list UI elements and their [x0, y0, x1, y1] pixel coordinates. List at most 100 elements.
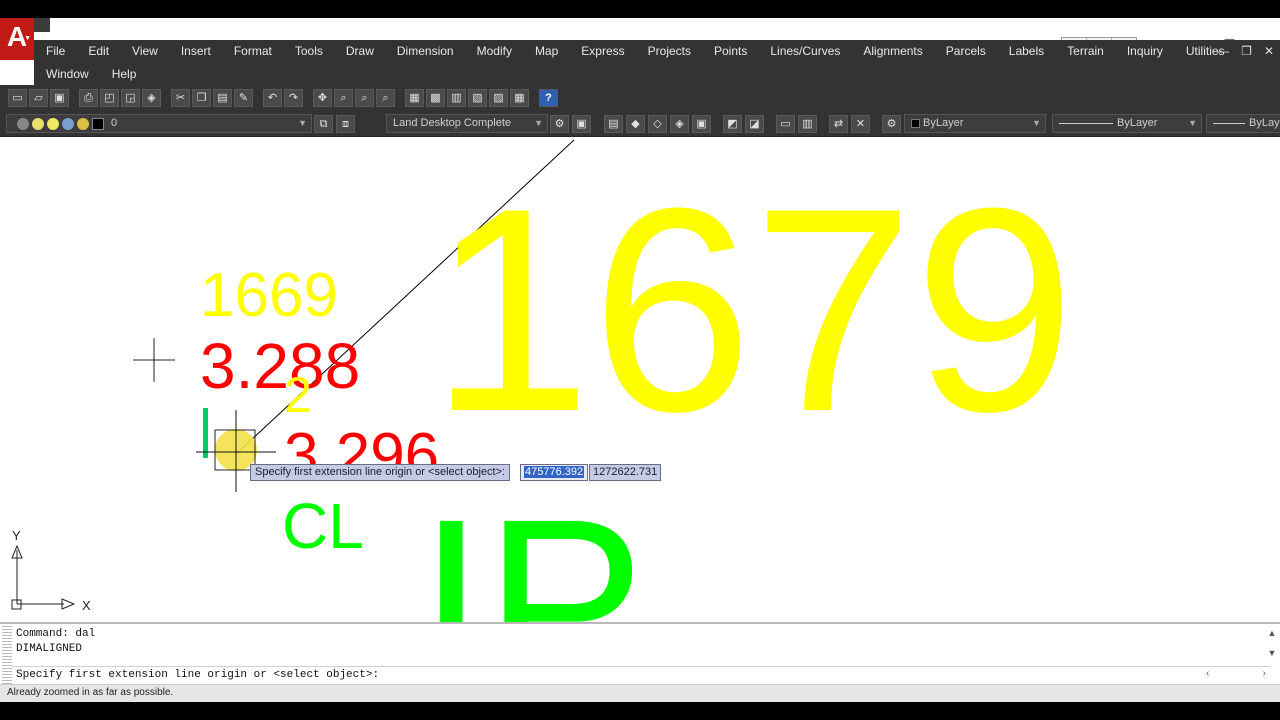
- menu-file[interactable]: File: [34, 43, 76, 60]
- text-cl[interactable]: CL: [282, 490, 364, 562]
- properties-icon[interactable]: ▦: [405, 89, 424, 107]
- menu-alignments[interactable]: Alignments: [851, 43, 933, 60]
- settings-icon[interactable]: ⚙: [882, 115, 901, 133]
- point-icon[interactable]: ◈: [670, 115, 689, 133]
- layer-dropdown[interactable]: 0 ▼: [6, 114, 312, 133]
- text-3288[interactable]: 3.288: [200, 330, 360, 402]
- bottom-black-strip: [0, 702, 1280, 720]
- text-2[interactable]: 2: [284, 367, 312, 423]
- open-folder-icon[interactable]: ▱: [29, 89, 48, 107]
- print-icon[interactable]: ⎙: [79, 89, 98, 107]
- drawing-close-button[interactable]: ✕: [1264, 44, 1274, 58]
- menu-labels[interactable]: Labels: [997, 43, 1055, 60]
- layer-previous-icon[interactable]: ⧈: [336, 115, 355, 133]
- dynamic-input-y-field[interactable]: 1272622.731: [589, 464, 662, 481]
- layers-properties-toolbar: 0 ▼ ⧉ ⧈ Land Desktop Complete ▼ ⚙ ▣ ▤ ◆ …: [0, 111, 1280, 137]
- menu-insert[interactable]: Insert: [169, 43, 222, 60]
- command-input[interactable]: Specify first extension line origin or <…: [12, 666, 1270, 684]
- workspace-dropdown[interactable]: Land Desktop Complete ▼: [386, 114, 548, 133]
- workspace-value: Land Desktop Complete: [393, 117, 512, 129]
- autocad-window: ⚲ ⚿ ☆ — ❐ ✕ A▼ FileEditViewInsertFormatT…: [0, 0, 1280, 720]
- zoom-previous-icon[interactable]: ⌕: [376, 89, 395, 107]
- drawing-canvas[interactable]: 1669 3.288 2 3.296 CL 1679 IP X Y Specif…: [0, 138, 1280, 622]
- model-space[interactable]: 1669 3.288 2 3.296 CL 1679 IP X Y: [0, 138, 1280, 622]
- menu-modify[interactable]: Modify: [465, 43, 523, 60]
- zoom-realtime-icon[interactable]: ⌕: [334, 89, 353, 107]
- color-dropdown[interactable]: ByLayer ▼: [904, 114, 1046, 133]
- gear-icon[interactable]: ⚙: [550, 115, 569, 133]
- zoom-window-icon[interactable]: ⌕: [355, 89, 374, 107]
- print-preview-icon[interactable]: ◰: [100, 89, 119, 107]
- xclip-icon[interactable]: ✕: [851, 115, 870, 133]
- copy-icon[interactable]: ❐: [192, 89, 211, 107]
- layer-manager-icon[interactable]: [17, 118, 29, 130]
- menu-window[interactable]: Window: [34, 66, 100, 83]
- application-menu-button[interactable]: A ▼: [0, 18, 34, 60]
- dynamic-input-x-value: 475776.392: [524, 466, 585, 478]
- region-icon[interactable]: ◪: [745, 115, 764, 133]
- text-ip[interactable]: IP: [418, 469, 645, 622]
- status-message: Already zoomed in as far as possible.: [7, 687, 174, 698]
- text-1679[interactable]: 1679: [430, 148, 1075, 472]
- save-icon[interactable]: ▣: [50, 89, 69, 107]
- xref-icon[interactable]: ⇄: [829, 115, 848, 133]
- menu-row-2: Window Help: [34, 66, 147, 83]
- dynamic-input-x-field[interactable]: 475776.392: [520, 464, 589, 481]
- menu-tools[interactable]: Tools: [283, 43, 334, 60]
- calculator-icon[interactable]: ▦: [510, 89, 529, 107]
- menu-inquiry[interactable]: Inquiry: [1115, 43, 1174, 60]
- menu-express[interactable]: Express: [569, 43, 635, 60]
- style-icon[interactable]: ▤: [604, 115, 623, 133]
- ucs-icon: X Y: [11, 528, 91, 613]
- insert-block-icon[interactable]: ◆: [626, 115, 645, 133]
- text-1669[interactable]: 1669: [200, 261, 338, 330]
- lineweight-dropdown[interactable]: ByLayer: [1206, 114, 1280, 133]
- area-icon[interactable]: ◩: [723, 115, 742, 133]
- menu-map[interactable]: Map: [523, 43, 569, 60]
- menu-projects[interactable]: Projects: [636, 43, 702, 60]
- make-current-icon[interactable]: ⧉: [314, 115, 333, 133]
- lineweight-sample: [1213, 123, 1245, 124]
- publish-icon[interactable]: ◈: [142, 89, 161, 107]
- command-window-grip[interactable]: [2, 626, 12, 686]
- menu-terrain[interactable]: Terrain: [1055, 43, 1115, 60]
- menu-view[interactable]: View: [120, 43, 169, 60]
- dimension-icon[interactable]: ▥: [798, 115, 817, 133]
- workspace-save-icon[interactable]: ▣: [572, 115, 591, 133]
- redo-icon[interactable]: ↷: [284, 89, 303, 107]
- plot-icon[interactable]: ◲: [121, 89, 140, 107]
- match-properties-icon[interactable]: ✎: [234, 89, 253, 107]
- menu-parcels[interactable]: Parcels: [934, 43, 997, 60]
- help-icon[interactable]: ?: [539, 89, 558, 107]
- pan-icon[interactable]: ✥: [313, 89, 332, 107]
- command-window: Command: dal DIMALIGNED Specify first ex…: [0, 622, 1280, 686]
- cut-icon[interactable]: ✂: [171, 89, 190, 107]
- sheet-set-icon[interactable]: ▧: [468, 89, 487, 107]
- new-file-icon[interactable]: ▭: [8, 89, 27, 107]
- command-history-line: DIMALIGNED: [16, 643, 83, 655]
- chevron-down-icon: ▼: [1032, 118, 1041, 128]
- menu-lines-curves[interactable]: Lines/Curves: [758, 43, 851, 60]
- design-center-icon[interactable]: ▩: [426, 89, 445, 107]
- paste-icon[interactable]: ▤: [213, 89, 232, 107]
- undo-icon[interactable]: ↶: [263, 89, 282, 107]
- menu-help[interactable]: Help: [100, 66, 148, 83]
- drawing-restore-button[interactable]: ❐: [1241, 44, 1252, 58]
- markup-icon[interactable]: ▨: [489, 89, 508, 107]
- menu-draw[interactable]: Draw: [334, 43, 385, 60]
- menu-format[interactable]: Format: [222, 43, 283, 60]
- menu-points[interactable]: Points: [702, 43, 758, 60]
- layer-icon[interactable]: ▣: [692, 115, 711, 133]
- layer-value: 0: [111, 117, 118, 129]
- tool-palettes-icon[interactable]: ▥: [447, 89, 466, 107]
- scroll-right-icon[interactable]: ›: [1263, 668, 1266, 682]
- drawing-minimize-button[interactable]: —: [1217, 44, 1229, 58]
- viewport-icon[interactable]: ▭: [776, 115, 795, 133]
- scroll-left-icon[interactable]: ‹: [1206, 668, 1209, 682]
- menu-edit[interactable]: Edit: [76, 43, 120, 60]
- make-block-icon[interactable]: ◇: [648, 115, 667, 133]
- menu-dimension[interactable]: Dimension: [385, 43, 465, 60]
- command-scrollbar[interactable]: ▲ ▼: [1266, 628, 1278, 664]
- command-hscrollbar[interactable]: ‹ ›: [1206, 668, 1266, 682]
- linetype-dropdown[interactable]: ByLayer ▼: [1052, 114, 1202, 133]
